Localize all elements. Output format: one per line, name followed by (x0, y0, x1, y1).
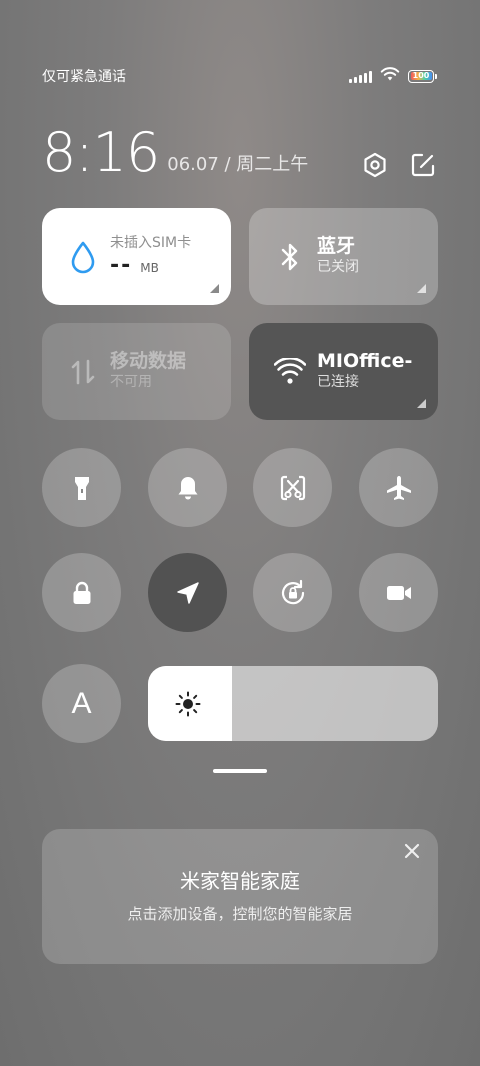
bluetooth-icon (273, 240, 307, 274)
data-usage-value: -- (110, 253, 133, 279)
wifi-network-name: MIOffice- (317, 350, 413, 373)
brightness-slider[interactable] (148, 666, 438, 741)
auto-rotate-toggle[interactable] (253, 553, 332, 632)
wifi-status-icon (380, 66, 400, 86)
battery-level: 100 (412, 71, 430, 80)
close-icon[interactable] (402, 841, 422, 861)
edit-icon (411, 153, 435, 177)
notification-toggle[interactable] (148, 448, 227, 527)
lock-icon (73, 581, 90, 604)
data-usage-tile[interactable]: 未插入SIM卡 -- MB (42, 208, 231, 305)
settings-icon (364, 152, 386, 178)
bluetooth-tile[interactable]: 蓝牙 已关闭 (249, 208, 438, 305)
rotation-lock-icon (281, 579, 304, 604)
status-icons: 100 (349, 66, 437, 86)
settings-button[interactable] (362, 152, 388, 178)
mobile-data-status: 不可用 (110, 374, 152, 391)
mobile-data-icon (66, 355, 100, 389)
water-drop-icon (66, 240, 100, 274)
auto-brightness-toggle[interactable]: A (42, 664, 121, 743)
edit-button[interactable] (410, 152, 436, 178)
data-tile-title: 未插入SIM卡 (110, 234, 192, 251)
panel-drag-handle[interactable] (213, 769, 267, 773)
expand-corner-icon (417, 284, 426, 293)
expand-corner-icon (417, 399, 426, 408)
carrier-status: 仅可紧急通话 (42, 69, 126, 85)
mijia-subtitle: 点击添加设备，控制您的智能家居 (127, 905, 353, 923)
clock-date: 06.07 / 周二上午 (167, 154, 309, 175)
bluetooth-status: 已关闭 (317, 259, 359, 276)
lock-screen-toggle[interactable] (42, 553, 121, 632)
wifi-status: 已连接 (317, 374, 359, 391)
sun-icon (175, 691, 201, 717)
mijia-title: 米家智能家庭 (180, 869, 300, 893)
status-bar: 仅可紧急通话 100 (42, 64, 437, 88)
flashlight-toggle[interactable] (42, 448, 121, 527)
mobile-data-title: 移动数据 (110, 350, 187, 373)
data-usage-unit: MB (140, 261, 159, 276)
location-icon (176, 581, 199, 604)
bluetooth-title: 蓝牙 (317, 235, 356, 258)
bell-icon (178, 476, 197, 499)
location-toggle[interactable] (148, 553, 227, 632)
video-camera-icon (386, 585, 411, 600)
clock-time: 8:16 (42, 121, 160, 184)
flashlight-icon (74, 476, 89, 500)
screenshot-icon (280, 475, 305, 500)
signal-icon (349, 70, 372, 83)
screen-record-toggle[interactable] (359, 553, 438, 632)
screenshot-toggle[interactable] (253, 448, 332, 527)
mijia-smart-home-card[interactable]: 米家智能家庭 点击添加设备，控制您的智能家居 (42, 829, 438, 964)
auto-brightness-label: A (71, 686, 92, 720)
airplane-mode-toggle[interactable] (359, 448, 438, 527)
battery-icon: 100 (408, 69, 437, 83)
expand-corner-icon (210, 284, 219, 293)
time-row: 8:16 06.07 / 周二上午 (42, 120, 436, 180)
wifi-icon (273, 355, 307, 389)
airplane-icon (386, 475, 411, 500)
mobile-data-tile[interactable]: 移动数据 不可用 (42, 323, 231, 420)
wifi-tile[interactable]: MIOffice- 已连接 (249, 323, 438, 420)
